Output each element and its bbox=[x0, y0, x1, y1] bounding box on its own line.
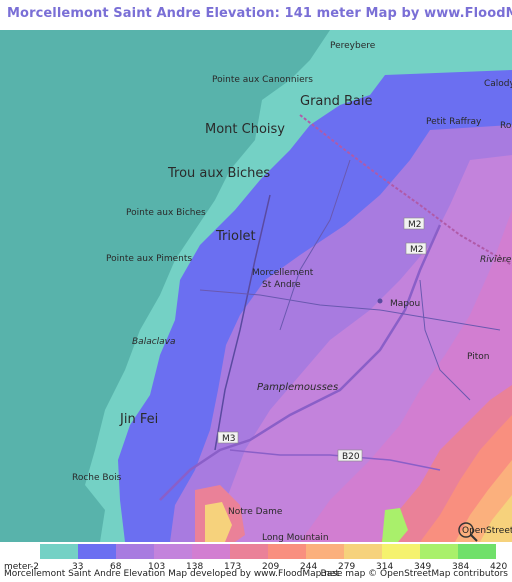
road-m2-a: M2 bbox=[408, 220, 422, 230]
place-jin-fei: Jin Fei bbox=[119, 412, 158, 427]
place-mapou: Mapou bbox=[390, 299, 420, 309]
place-riviere: Rivière bbox=[480, 254, 512, 265]
road-b20: B20 bbox=[342, 452, 360, 462]
credit-right: Base map © OpenStreetMap contributors bbox=[320, 569, 508, 579]
osm-badge-text: OpenStreetMap bbox=[462, 526, 512, 536]
legend-swatch bbox=[458, 544, 496, 559]
legend-swatch bbox=[116, 544, 154, 559]
place-balaclava: Balaclava bbox=[132, 337, 176, 347]
place-pointe-canonniers: Pointe aux Canonniers bbox=[212, 75, 313, 85]
legend-swatch bbox=[382, 544, 420, 559]
place-calodyne: Calodyr bbox=[484, 79, 512, 89]
place-trou-aux-biches: Trou aux Biches bbox=[167, 166, 270, 181]
legend-swatch bbox=[192, 544, 230, 559]
legend-swatch bbox=[230, 544, 268, 559]
place-morcellement: Morcellement bbox=[252, 268, 314, 278]
legend-swatches bbox=[40, 544, 496, 559]
place-triolet: Triolet bbox=[215, 229, 256, 244]
map-title: Morcellemont Saint Andre Elevation: 141 … bbox=[7, 6, 512, 21]
road-m3: M3 bbox=[222, 434, 236, 444]
elevation-map[interactable]: Pereybere Calodyr Pointe aux Canonniers … bbox=[0, 30, 512, 542]
place-petit-raffray: Petit Raffray bbox=[426, 117, 482, 127]
place-pereybere: Pereybere bbox=[330, 41, 376, 51]
place-roche-bois: Roche Bois bbox=[72, 473, 122, 483]
place-ro: Ro bbox=[500, 121, 512, 131]
place-long-mountain: Long Mountain bbox=[262, 533, 329, 542]
credit-left: Morcellemont Saint Andre Elevation Map d… bbox=[4, 569, 339, 579]
road-m2-b: M2 bbox=[410, 245, 424, 255]
legend-swatch bbox=[40, 544, 78, 559]
place-st-andre: St Andre bbox=[262, 280, 301, 290]
legend-swatch bbox=[78, 544, 116, 559]
place-notre-dame: Notre Dame bbox=[228, 507, 283, 517]
place-pointe-biches: Pointe aux Biches bbox=[126, 208, 206, 218]
place-grand-baie: Grand Baie bbox=[300, 94, 373, 109]
title-bar: Morcellemont Saint Andre Elevation: 141 … bbox=[0, 0, 512, 30]
legend-swatch bbox=[154, 544, 192, 559]
location-marker bbox=[377, 298, 383, 304]
place-pamplemousses: Pamplemousses bbox=[257, 382, 338, 393]
place-piton: Piton bbox=[467, 352, 489, 362]
place-pointe-piments: Pointe aux Piments bbox=[106, 254, 192, 264]
legend-swatch bbox=[306, 544, 344, 559]
legend-swatch bbox=[420, 544, 458, 559]
legend-swatch bbox=[344, 544, 382, 559]
legend-swatch bbox=[268, 544, 306, 559]
place-mont-choisy: Mont Choisy bbox=[205, 122, 285, 137]
